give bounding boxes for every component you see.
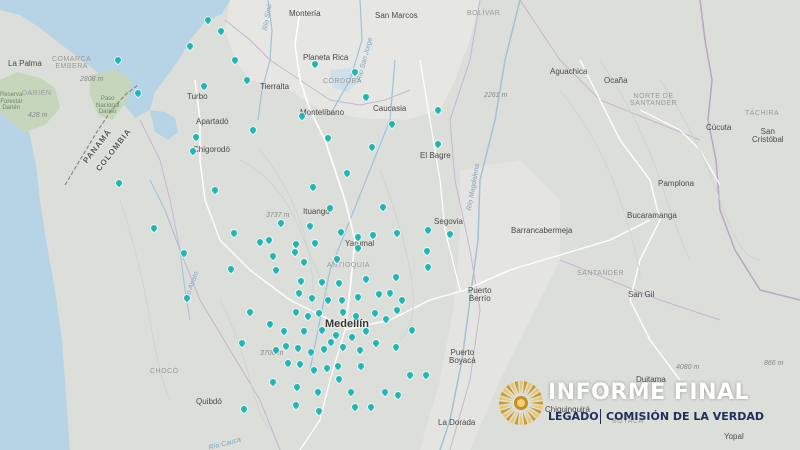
city-pamplona: Pamplona bbox=[658, 179, 695, 188]
informe-final-logo: INFORME FINAL LEGADO COMISIÓN DE LA VERD… bbox=[496, 380, 786, 430]
city-puerto-boyaca: Puerto Boyacá bbox=[449, 348, 476, 365]
city-segovia: Segovia bbox=[434, 217, 463, 226]
city-el-bagre: El Bagre bbox=[420, 151, 451, 160]
city-san-cristobal: San Cristóbal bbox=[752, 127, 784, 144]
city-puerto-berrio: Puerto Berrío bbox=[468, 286, 492, 303]
region-choco: CHOCÓ bbox=[150, 368, 179, 375]
region-tachira: TÁCHIRA bbox=[745, 110, 780, 117]
park-darien-label: Reserva Forestal Darién bbox=[0, 92, 23, 112]
city-chigorodo: Chigorodó bbox=[193, 145, 230, 154]
city-apartado: Apartadó bbox=[196, 117, 229, 126]
elevation-label-3: 2261 m bbox=[484, 92, 508, 99]
city-medellin: Medellín bbox=[325, 318, 370, 330]
city-turbo: Turbo bbox=[187, 92, 208, 101]
logo-legado: LEGADO bbox=[548, 410, 599, 423]
city-yopal: Yopal bbox=[724, 432, 744, 441]
region-comarca-embera: COMARCA EMBERA bbox=[52, 56, 92, 70]
region-antioquia: ANTIOQUIA bbox=[327, 262, 371, 269]
elevation-label-4: 3737 m bbox=[266, 212, 290, 219]
city-ocana: Ocaña bbox=[604, 76, 628, 85]
elevation-label-1: 2808 m bbox=[80, 76, 104, 83]
elevation-label-6: 4080 m bbox=[676, 364, 700, 371]
city-san-gil: San Gil bbox=[628, 290, 655, 299]
region-darien: DARIÉN bbox=[22, 90, 52, 97]
elevation-label-5: 3706 m bbox=[260, 350, 284, 357]
city-bucaramanga: Bucaramanga bbox=[627, 211, 677, 220]
city-quibdo: Quibdó bbox=[196, 397, 222, 406]
region-bolivar: BOLÍVAR bbox=[467, 10, 501, 17]
city-caucasia: Caucasia bbox=[373, 104, 407, 113]
sun-emblem-icon bbox=[499, 381, 543, 425]
city-la-palma: La Palma bbox=[8, 59, 42, 68]
park-paso-label: Paso Nacional Darién bbox=[96, 96, 120, 116]
city-cucuta: Cúcuta bbox=[706, 123, 732, 132]
logo-comision: COMISIÓN DE LA VERDAD bbox=[606, 410, 764, 423]
city-aguachica: Aguachica bbox=[550, 67, 588, 76]
city-ituango: Ituango bbox=[303, 207, 330, 216]
city-monteria: Montería bbox=[289, 9, 321, 18]
city-san-marcos: San Marcos bbox=[375, 11, 418, 20]
city-la-dorada: La Dorada bbox=[438, 418, 476, 427]
elevation-label-2: 428 m bbox=[28, 112, 48, 119]
elevation-label-7: 866 m bbox=[764, 360, 784, 367]
city-tierralta: Tierralta bbox=[260, 82, 290, 91]
city-planeta-rica: Planeta Rica bbox=[303, 53, 349, 62]
logo-title: INFORME FINAL bbox=[548, 380, 750, 405]
city-montelibano: Montelíbano bbox=[300, 108, 345, 117]
region-santander: SANTANDER bbox=[577, 270, 625, 277]
logo-separator bbox=[600, 409, 601, 424]
region-norte-santander: NORTE DE SANTANDER bbox=[630, 93, 678, 107]
map-canvas[interactable]: COMARCA EMBERA DARIÉN CÓRDOBA BOLÍVAR NO… bbox=[0, 0, 800, 450]
city-barrancabermeja: Barrancabermeja bbox=[511, 226, 573, 235]
